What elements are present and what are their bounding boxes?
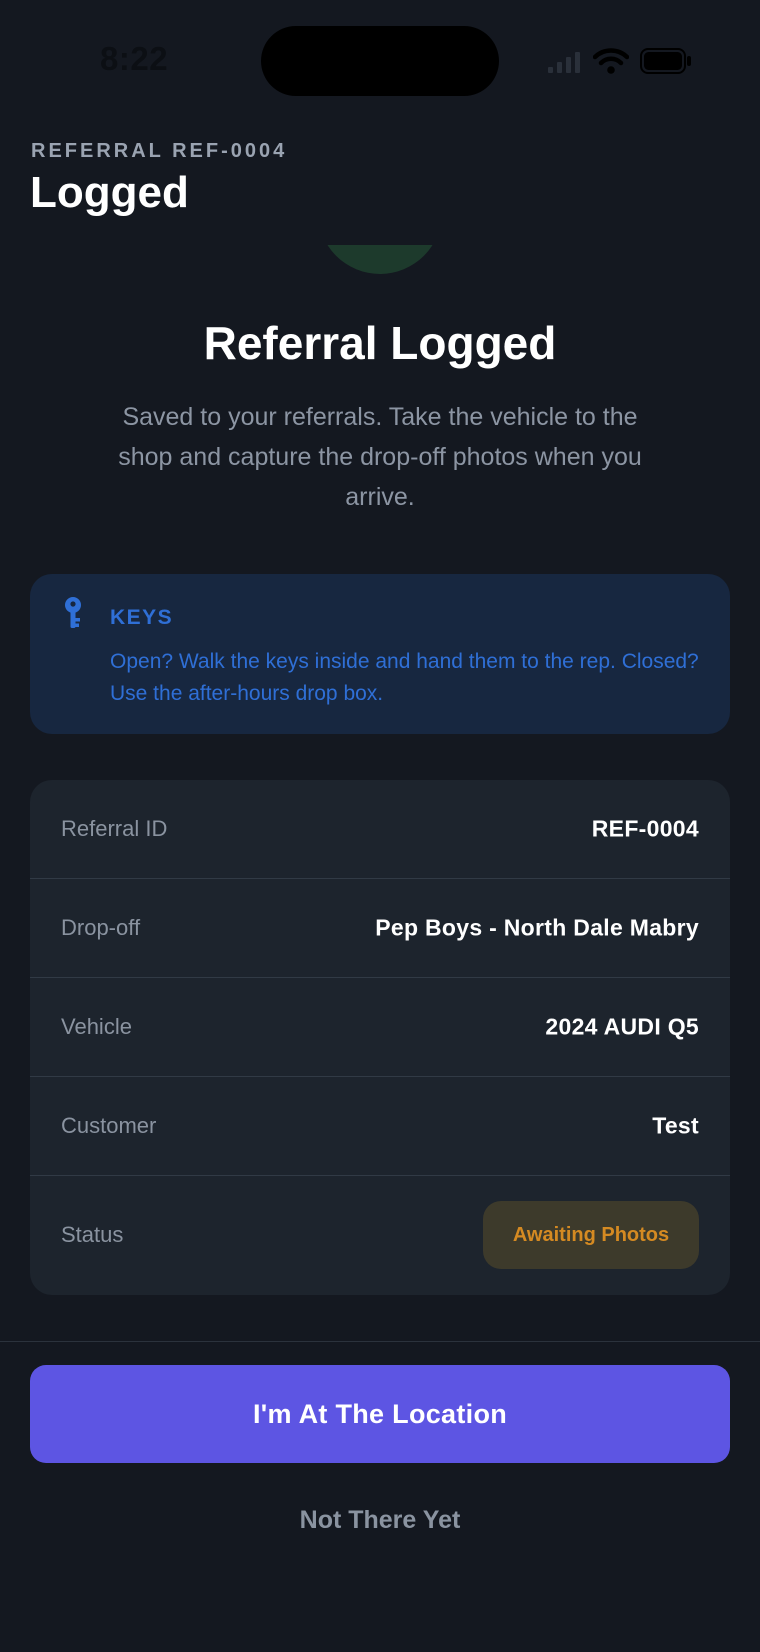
status-badge: Awaiting Photos [483,1201,699,1269]
referral-details-card: Referral ID REF-0004 Drop-off Pep Boys -… [30,780,730,1295]
key-icon [65,597,81,628]
status-time: 8:22 [100,40,169,77]
detail-value: REF-0004 [591,815,699,842]
battery-icon [640,48,691,74]
detail-value: Pep Boys - North Dale Mabry [375,914,699,941]
dynamic-island [261,26,499,96]
referral-eyebrow: REFERRAL REF-0004 [31,140,288,162]
detail-value: Test [652,1112,699,1139]
detail-row-referral-id: Referral ID REF-0004 [30,780,730,879]
detail-label: Status [61,1222,124,1247]
detail-label: Customer [61,1113,157,1138]
detail-row-drop-off: Drop-off Pep Boys - North Dale Mabry [30,879,730,978]
header-backdrop [300,180,460,245]
detail-label: Vehicle [61,1014,132,1039]
footer-divider [0,1341,760,1342]
keys-instructions: Open? Walk the keys inside and hand them… [110,650,699,705]
detail-row-status: Status Awaiting Photos [30,1176,730,1294]
detail-row-vehicle: Vehicle 2024 AUDI Q5 [30,978,730,1077]
detail-label: Referral ID [61,816,168,841]
detail-label: Drop-off [61,915,141,940]
detail-value: 2024 AUDI Q5 [545,1013,699,1040]
status-bar: 8:22 [0,0,760,120]
at-location-button[interactable]: I'm At The Location [30,1365,730,1463]
cellular-signal-icon [548,52,580,73]
keys-notice-card: KEYS Open? Walk the keys inside and hand… [30,574,730,734]
confirmation-subtext: Saved to your referrals. Take the vehicl… [118,403,642,511]
keys-title: KEYS [110,606,174,629]
not-there-yet-button[interactable]: Not There Yet [230,1490,530,1550]
detail-row-customer: Customer Test [30,1077,730,1176]
page-title: Logged [30,168,189,217]
wifi-icon [593,48,629,74]
confirmation-headline: Referral Logged [203,317,557,369]
